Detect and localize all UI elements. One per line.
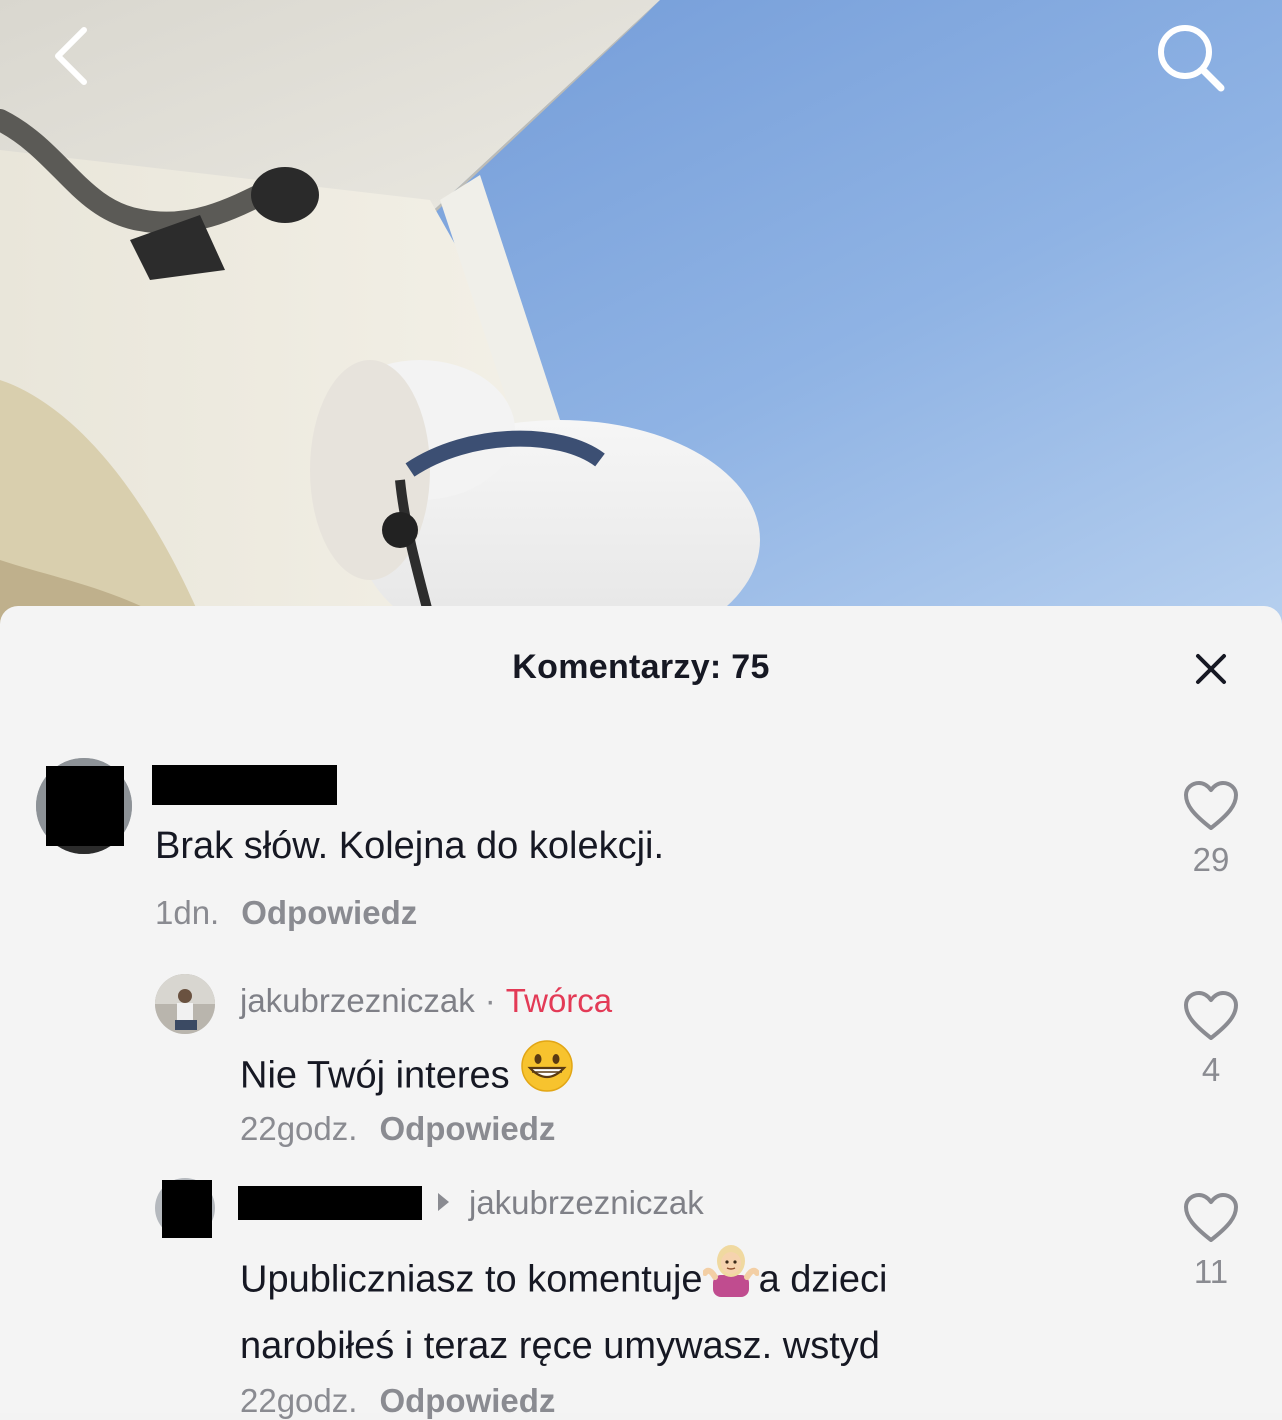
comment-text-line: narobiłeś i teraz ręce umywasz. wstyd: [240, 1325, 880, 1367]
search-icon: [1158, 25, 1225, 92]
reply-button[interactable]: Odpowiedz: [379, 1110, 555, 1147]
back-button[interactable]: [40, 20, 104, 92]
grinning-face-emoji: [520, 1039, 574, 1110]
like-count: 29: [1192, 841, 1230, 878]
video-frame: [0, 0, 1282, 640]
chevron-left-icon: [55, 27, 87, 85]
close-button[interactable]: [1184, 644, 1238, 694]
avatar[interactable]: [155, 974, 215, 1034]
close-icon: [1196, 654, 1226, 684]
like-button[interactable]: 11: [1168, 1192, 1254, 1291]
search-button[interactable]: [1146, 18, 1236, 98]
comment-meta: 22godz. Odpowiedz: [240, 1110, 555, 1148]
like-button[interactable]: 29: [1168, 780, 1254, 879]
reply-to-username[interactable]: jakubrzezniczak: [469, 1184, 704, 1221]
comments-count-title: Komentarzy: 75: [512, 648, 770, 686]
comment-text: Brak słów. Kolejna do kolekcji.: [155, 825, 665, 867]
avatar-redaction: [46, 766, 124, 846]
separator: ·: [484, 982, 496, 1019]
comment-text-part: a dzieci: [758, 1258, 888, 1301]
creator-badge: Twórca: [505, 982, 613, 1019]
reply-button[interactable]: Odpowiedz: [379, 1382, 555, 1419]
avatar-image: [155, 974, 215, 1034]
like-button[interactable]: 4: [1168, 990, 1254, 1089]
comment-text: Upubliczniasz to komentuje a dzieci naro…: [240, 1243, 888, 1375]
username[interactable]: jakubrzezniczak: [240, 982, 475, 1019]
comment-text-line: Upubliczniasz to komentuje a dzieci: [240, 1243, 888, 1317]
comment-header: jakubrzezniczak: [238, 1184, 704, 1222]
comment-meta: 22godz. Odpowiedz: [240, 1382, 555, 1420]
username-redaction: [238, 1186, 422, 1221]
like-count: 11: [1193, 1253, 1229, 1290]
like-count: 4: [1201, 1051, 1221, 1088]
comment-text-part: Upubliczniasz to komentuje: [240, 1258, 703, 1301]
comment-header: jakubrzezniczak · Twórca: [240, 982, 612, 1020]
avatar-redaction: [162, 1180, 212, 1238]
comment-meta: 1dn. Odpowiedz: [155, 894, 417, 932]
comment-time: 22godz.: [240, 1382, 358, 1419]
comments-sheet: Komentarzy: 75 Brak słów. Kolejna do kol…: [0, 606, 1282, 1419]
comment-text: Nie Twój interes: [240, 1039, 574, 1113]
comment-text-content: Nie Twój interes: [240, 1054, 510, 1097]
reply-button[interactable]: Odpowiedz: [241, 894, 417, 931]
heart-icon: [1184, 991, 1238, 1040]
reply-to-arrow-icon: [438, 1193, 449, 1212]
video-player[interactable]: [0, 0, 1282, 640]
username-redaction: [152, 765, 337, 805]
heart-icon: [1184, 781, 1238, 830]
comment-time: 22godz.: [240, 1110, 358, 1147]
person-shrugging-emoji: [701, 1243, 760, 1314]
comment-time: 1dn.: [155, 894, 220, 931]
heart-icon: [1184, 1193, 1238, 1242]
